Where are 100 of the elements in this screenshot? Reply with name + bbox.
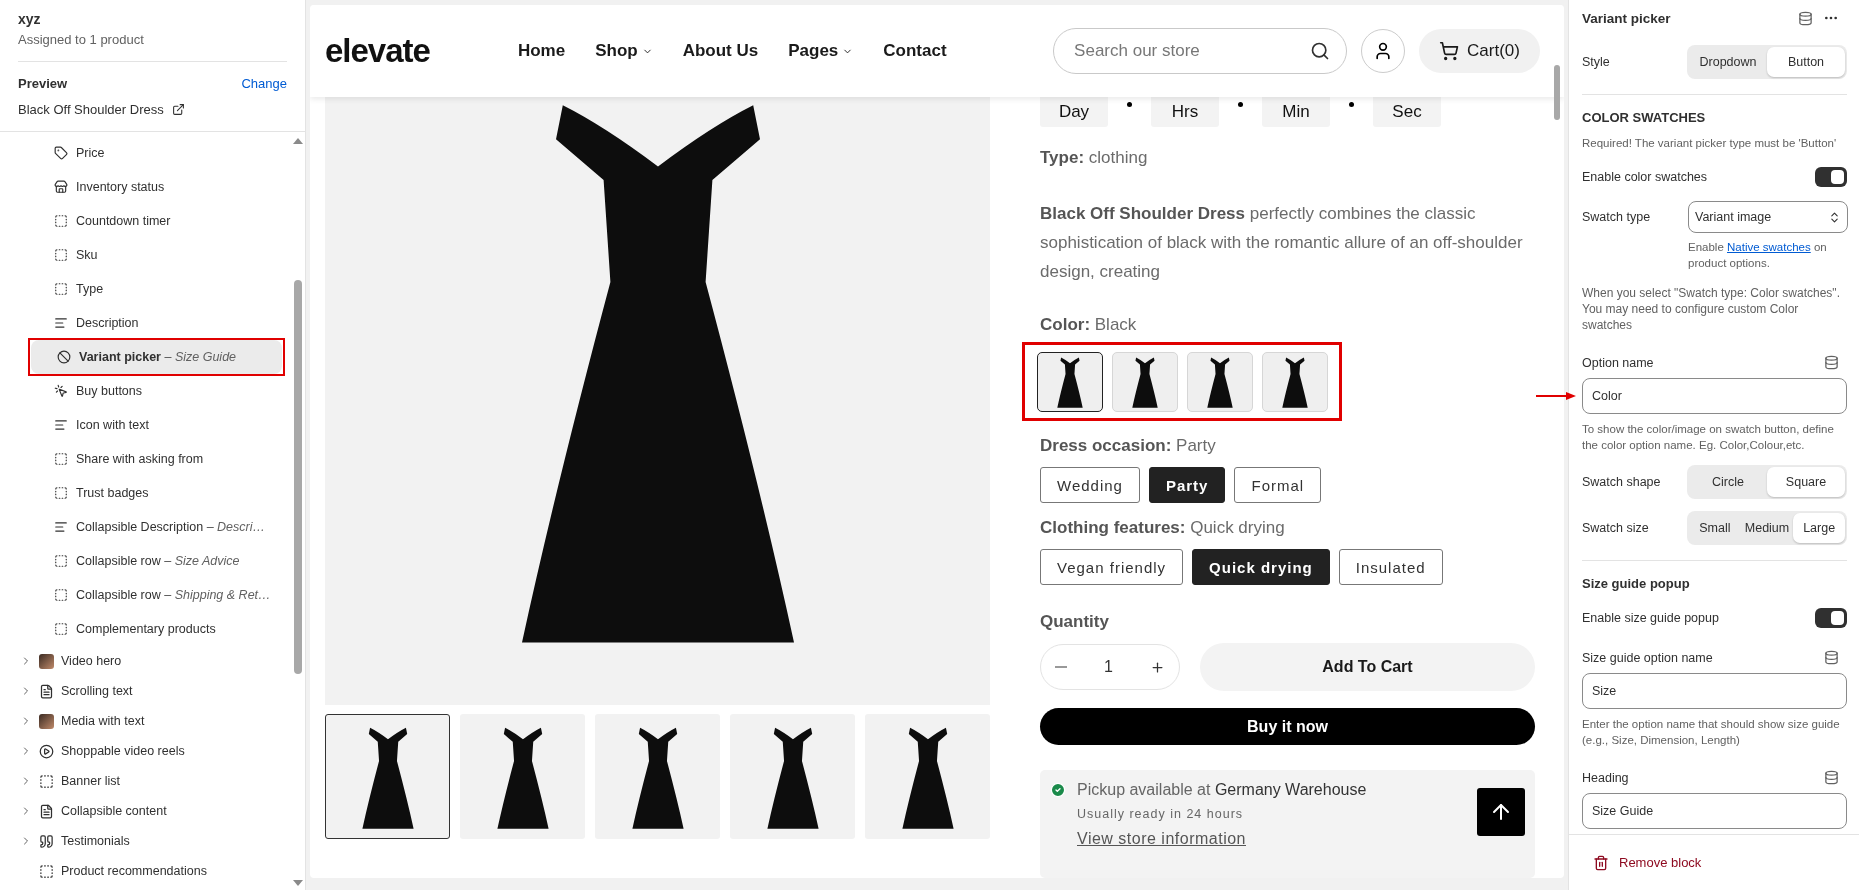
option-label: Dress occasion: Party: [1040, 435, 1217, 457]
segment-option[interactable]: Square: [1767, 467, 1845, 497]
section-item[interactable]: Collapsible content: [0, 796, 291, 826]
option-label: Color: Black: [1040, 314, 1138, 336]
block-item[interactable]: Price: [0, 136, 291, 170]
setting-label: Enable size guide popup: [1582, 611, 1719, 625]
option-button[interactable]: Formal: [1234, 467, 1322, 503]
thumbnail[interactable]: [595, 714, 720, 839]
add-to-cart-button[interactable]: Add To Cart: [1200, 643, 1535, 691]
segment-option[interactable]: Medium: [1740, 513, 1794, 543]
option-button[interactable]: Party: [1148, 467, 1226, 503]
block-item[interactable]: Sku: [0, 238, 291, 272]
block-item[interactable]: Collapsible Description – Descri…: [0, 510, 291, 544]
quote-icon: [39, 833, 54, 849]
search-icon: [1310, 41, 1331, 61]
info-paragraph: When you select "Swatch type: Color swatches". You may need to configure custom Color swatches: [1582, 285, 1841, 333]
block-item[interactable]: Icon with text: [0, 408, 291, 442]
account-button[interactable]: [1361, 29, 1406, 73]
native-swatches-link[interactable]: Native swatches: [1727, 241, 1811, 253]
dashed-square-icon: [39, 863, 54, 879]
option-label: Clothing features: Quick drying: [1040, 517, 1286, 539]
block-item[interactable]: Inventory status: [0, 170, 291, 204]
block-item[interactable]: Complementary products: [0, 612, 291, 646]
chevrons-icon: [1828, 210, 1841, 224]
text-lines-icon: [54, 520, 68, 534]
toggle-switch[interactable]: [1815, 167, 1847, 187]
segment-option[interactable]: Button: [1767, 47, 1845, 77]
buy-now-button[interactable]: Buy it now: [1040, 708, 1535, 745]
dashed-square-icon: [54, 622, 68, 636]
section-item[interactable]: Product recommendations: [0, 856, 291, 886]
swatch-type-select[interactable]: Variant image: [1688, 201, 1848, 233]
segment-option[interactable]: Dropdown: [1689, 47, 1767, 77]
nav-link[interactable]: Shop: [595, 41, 653, 61]
option-button[interactable]: Insulated: [1338, 549, 1443, 585]
block-item[interactable]: Trust badges: [0, 476, 291, 510]
option-button[interactable]: Vegan friendly: [1040, 549, 1184, 585]
block-item[interactable]: Collapsible row – Size Advice: [0, 544, 291, 578]
option-button[interactable]: Quick drying: [1192, 549, 1330, 585]
preview-product-link[interactable]: Black Off Shoulder Dress: [18, 102, 185, 117]
setting-label: Size guide option name: [1582, 650, 1713, 665]
thumbnail[interactable]: [865, 714, 990, 839]
setting-label: Style: [1582, 55, 1610, 69]
template-title: xyz: [18, 10, 42, 28]
thumbnail[interactable]: [325, 714, 450, 839]
panel-title: Variant picker: [1582, 10, 1672, 26]
block-item[interactable]: Buy buttons: [0, 374, 291, 408]
nav-link[interactable]: Home: [517, 41, 566, 61]
dashed-square-icon: [54, 588, 68, 602]
countdown-box: Hrs: [1151, 97, 1219, 127]
product-type: Type: clothing: [1040, 147, 1149, 169]
section-item[interactable]: Testimonials: [0, 826, 291, 856]
block-item[interactable]: Share with asking from: [0, 442, 291, 476]
swatch-button[interactable]: [1037, 352, 1103, 412]
section-item[interactable]: Scrolling text: [0, 676, 291, 706]
plus-icon: [1150, 659, 1165, 675]
setting-label: Swatch type: [1582, 210, 1652, 224]
cart-button[interactable]: Cart(0): [1419, 29, 1540, 73]
price-tag-icon: [54, 146, 68, 160]
thumbnail[interactable]: [460, 714, 585, 839]
setting-label: Enable color swatches: [1582, 170, 1708, 184]
store-logo[interactable]: elevate: [325, 32, 430, 70]
option-button[interactable]: Wedding: [1040, 467, 1140, 503]
section-item[interactable]: Banner list: [0, 766, 291, 796]
text-lines-icon: [54, 418, 68, 432]
block-item[interactable]: Collapsible row – Shipping & Ret…: [0, 578, 291, 612]
segment-option[interactable]: Small: [1689, 513, 1741, 543]
setting-label: Swatch shape: [1582, 475, 1661, 489]
requirement-note: Required! The variant picker type must be 'Button': [1582, 136, 1838, 151]
store-info-link[interactable]: View store information: [1077, 830, 1367, 848]
nav-link[interactable]: Pages: [788, 41, 854, 61]
database-icon: [1824, 770, 1839, 785]
section-item[interactable]: Video hero: [0, 646, 291, 676]
section-item[interactable]: Shoppable video reels: [0, 736, 291, 766]
block-item[interactable]: Description: [0, 306, 291, 340]
section-item[interactable]: Media with text: [0, 706, 291, 736]
pickup-text: Pickup available at Germany Warehouse: [1077, 780, 1367, 800]
change-link[interactable]: Change: [241, 76, 287, 91]
search-field[interactable]: Search our store: [1072, 40, 1311, 62]
trash-icon: [1593, 854, 1609, 871]
toggle-switch[interactable]: [1815, 608, 1847, 628]
segment-option[interactable]: Circle: [1689, 467, 1767, 497]
text-input[interactable]: Size: [1582, 673, 1847, 709]
setting-label: Option name: [1582, 355, 1654, 370]
block-item[interactable]: Countdown timer: [0, 204, 291, 238]
nav-link[interactable]: About Us: [682, 41, 759, 61]
countdown-box: Day: [1040, 97, 1108, 127]
remove-block-button[interactable]: Remove block: [1593, 854, 1702, 871]
database-icon: [1824, 355, 1839, 370]
countdown-box: Sec: [1373, 97, 1441, 127]
pointer-icon: [54, 384, 68, 398]
thumbnail-icon: [39, 653, 54, 669]
thumbnail[interactable]: [730, 714, 855, 839]
block-item[interactable]: Variant picker – Size Guide: [31, 340, 282, 374]
back-to-top-button[interactable]: [1477, 788, 1525, 836]
nav-link[interactable]: Contact: [883, 41, 947, 61]
database-icon[interactable]: [1798, 10, 1813, 26]
dashed-square-icon: [54, 214, 68, 228]
block-item[interactable]: Type: [0, 272, 291, 306]
segment-option[interactable]: Large: [1793, 513, 1845, 543]
text-input[interactable]: Size Guide: [1582, 793, 1847, 829]
